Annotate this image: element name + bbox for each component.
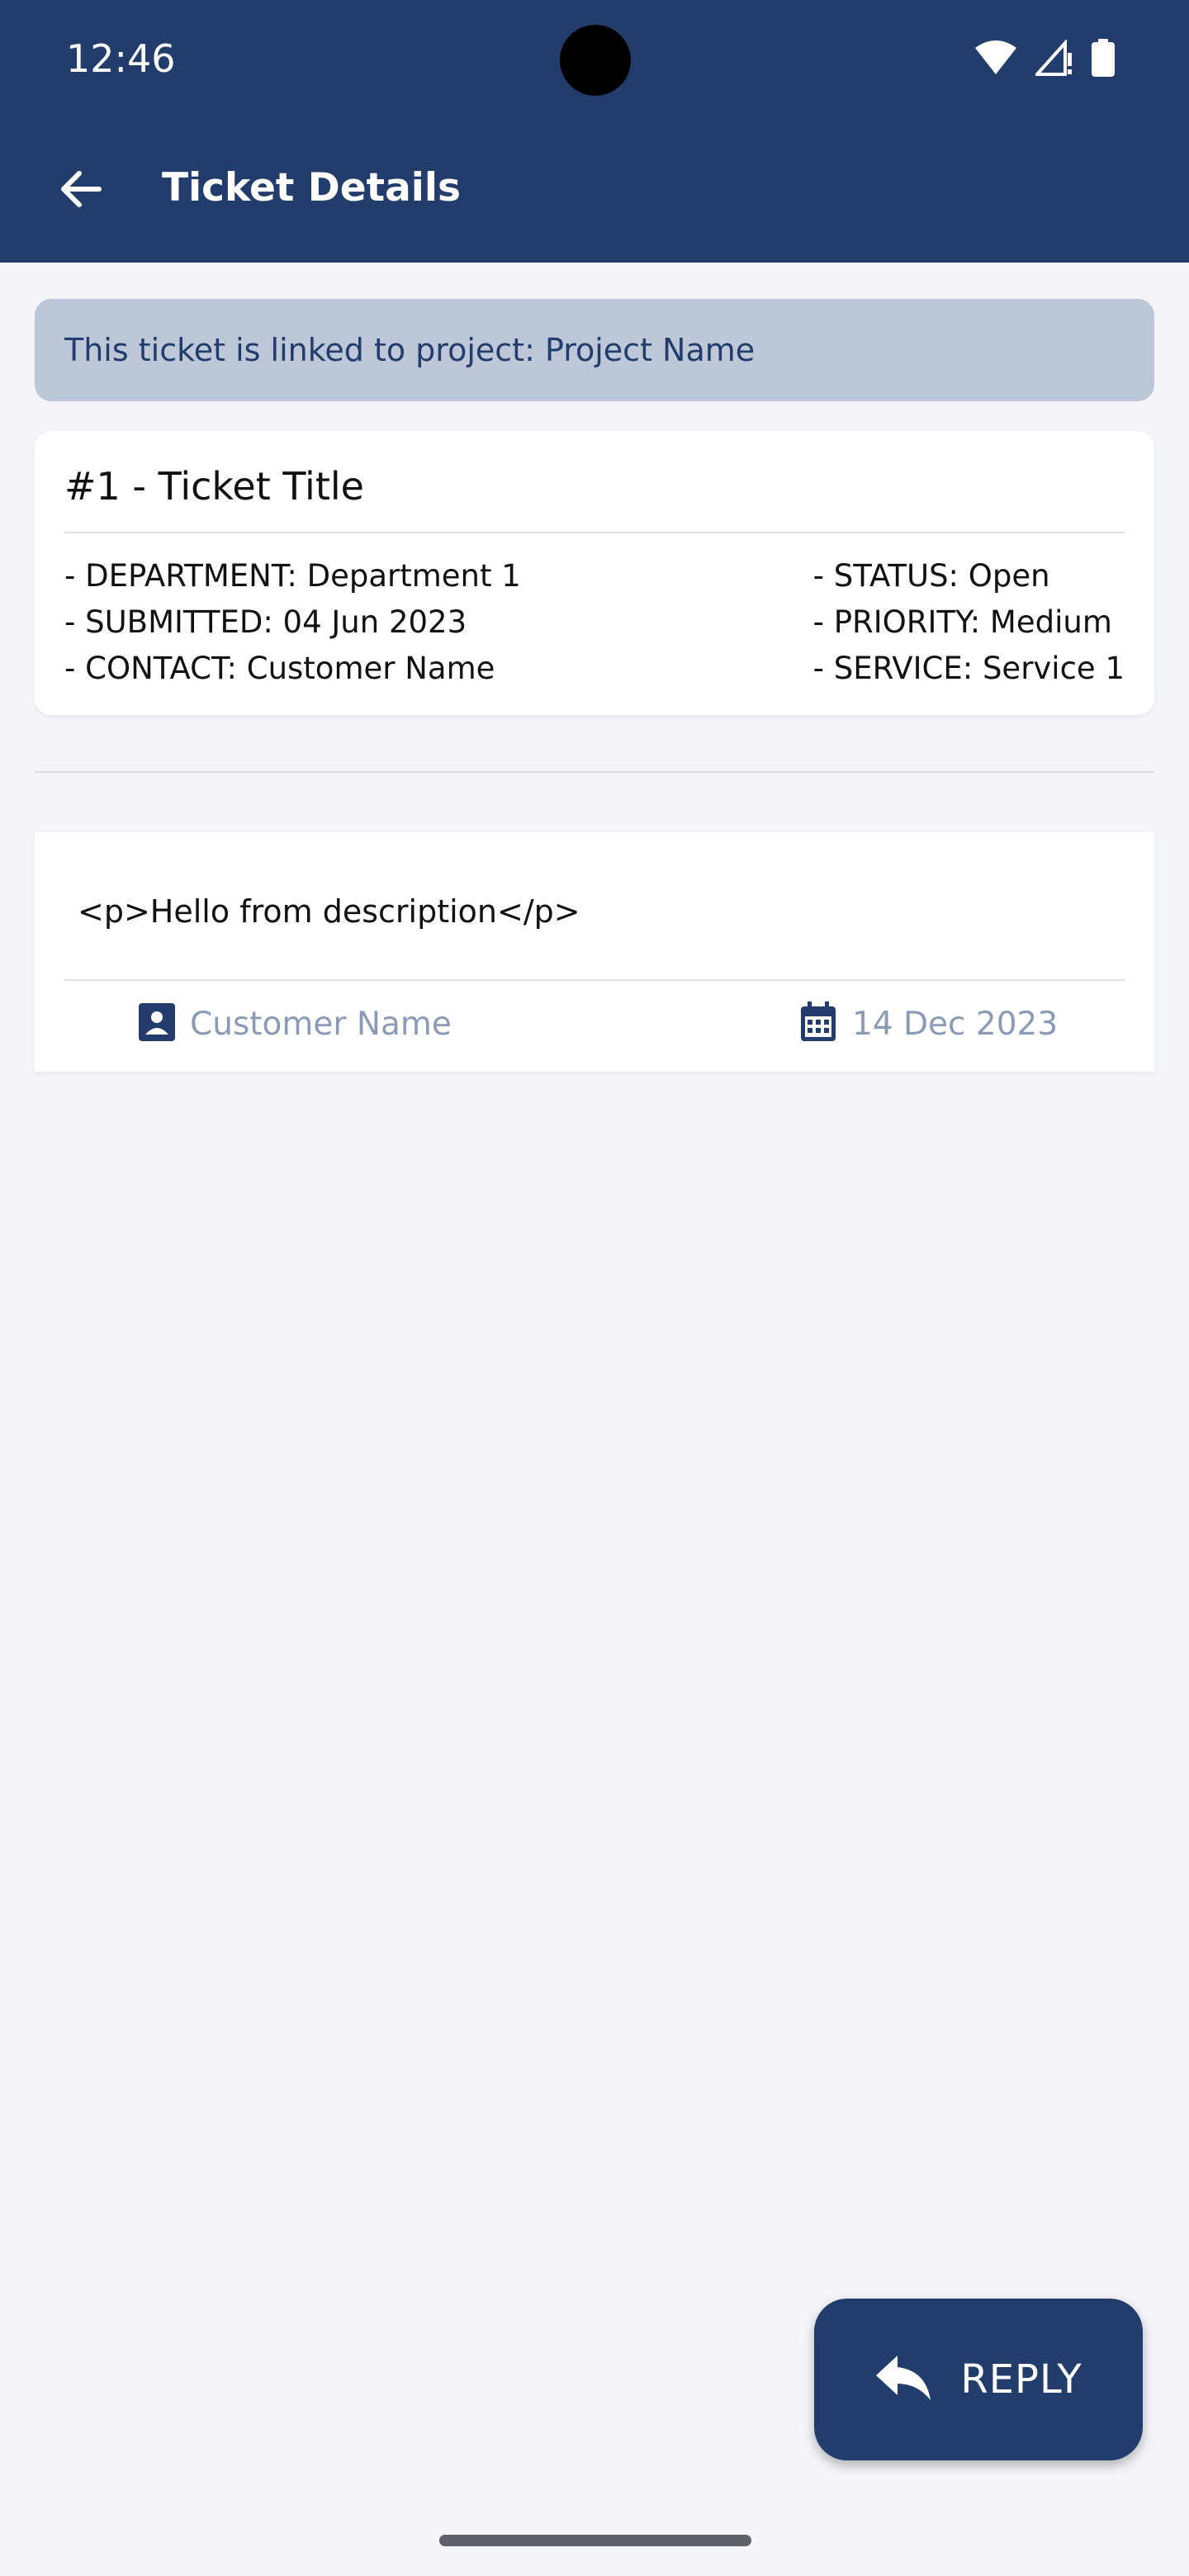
contact-card-icon [139,1003,175,1044]
ticket-summary-card: #1 - Ticket Title - DEPARTMENT: Departme… [35,431,1154,715]
top-app-bar: 12:46 Ticket Details [0,0,1189,263]
ticket-service: - SERVICE: Service 1 [812,651,1125,686]
arrow-back-icon [58,169,102,212]
cellular-signal-icon [1035,40,1073,76]
message-card: <p>Hello from description</p> Customer N… [35,832,1154,1072]
wifi-icon [974,40,1017,76]
status-icons [974,38,1115,78]
calendar-icon [799,1002,837,1046]
message-body: <p>Hello from description</p> [78,893,580,930]
ticket-meta-left: - DEPARTMENT: Department 1 - SUBMITTED: … [64,553,521,692]
ticket-department: - DEPARTMENT: Department 1 [64,558,521,594]
divider [64,979,1125,981]
message-author-name: Customer Name [190,1005,452,1043]
message-date: 14 Dec 2023 [799,997,1058,1050]
ticket-meta-right: - STATUS: Open - PRIORITY: Medium - SERV… [813,553,1125,692]
ticket-details-screen: 12:46 Ticket Details This ticket is link… [0,0,1189,2576]
camera-cutout [560,25,631,96]
back-button[interactable] [51,162,109,220]
section-divider [35,771,1154,773]
project-link-banner: This ticket is linked to project: Projec… [35,299,1154,401]
ticket-priority: - PRIORITY: Medium [812,604,1112,640]
page-title: Ticket Details [162,165,462,211]
message-date-text: 14 Dec 2023 [852,1005,1059,1043]
home-indicator[interactable] [439,2535,751,2546]
ticket-contact: - CONTACT: Customer Name [64,651,495,686]
project-link-text: This ticket is linked to project: Projec… [64,332,756,368]
reply-button[interactable]: REPLY [814,2299,1143,2460]
ticket-submitted: - SUBMITTED: 04 Jun 2023 [64,604,467,640]
battery-icon [1092,39,1115,77]
reply-button-label: REPLY [960,2356,1082,2403]
reply-arrow-icon [874,2354,932,2405]
ticket-status: - STATUS: Open [812,558,1050,594]
divider [64,532,1125,533]
ticket-title: #1 - Ticket Title [64,464,364,509]
message-author: Customer Name [139,997,452,1050]
status-time: 12:46 [66,36,176,81]
